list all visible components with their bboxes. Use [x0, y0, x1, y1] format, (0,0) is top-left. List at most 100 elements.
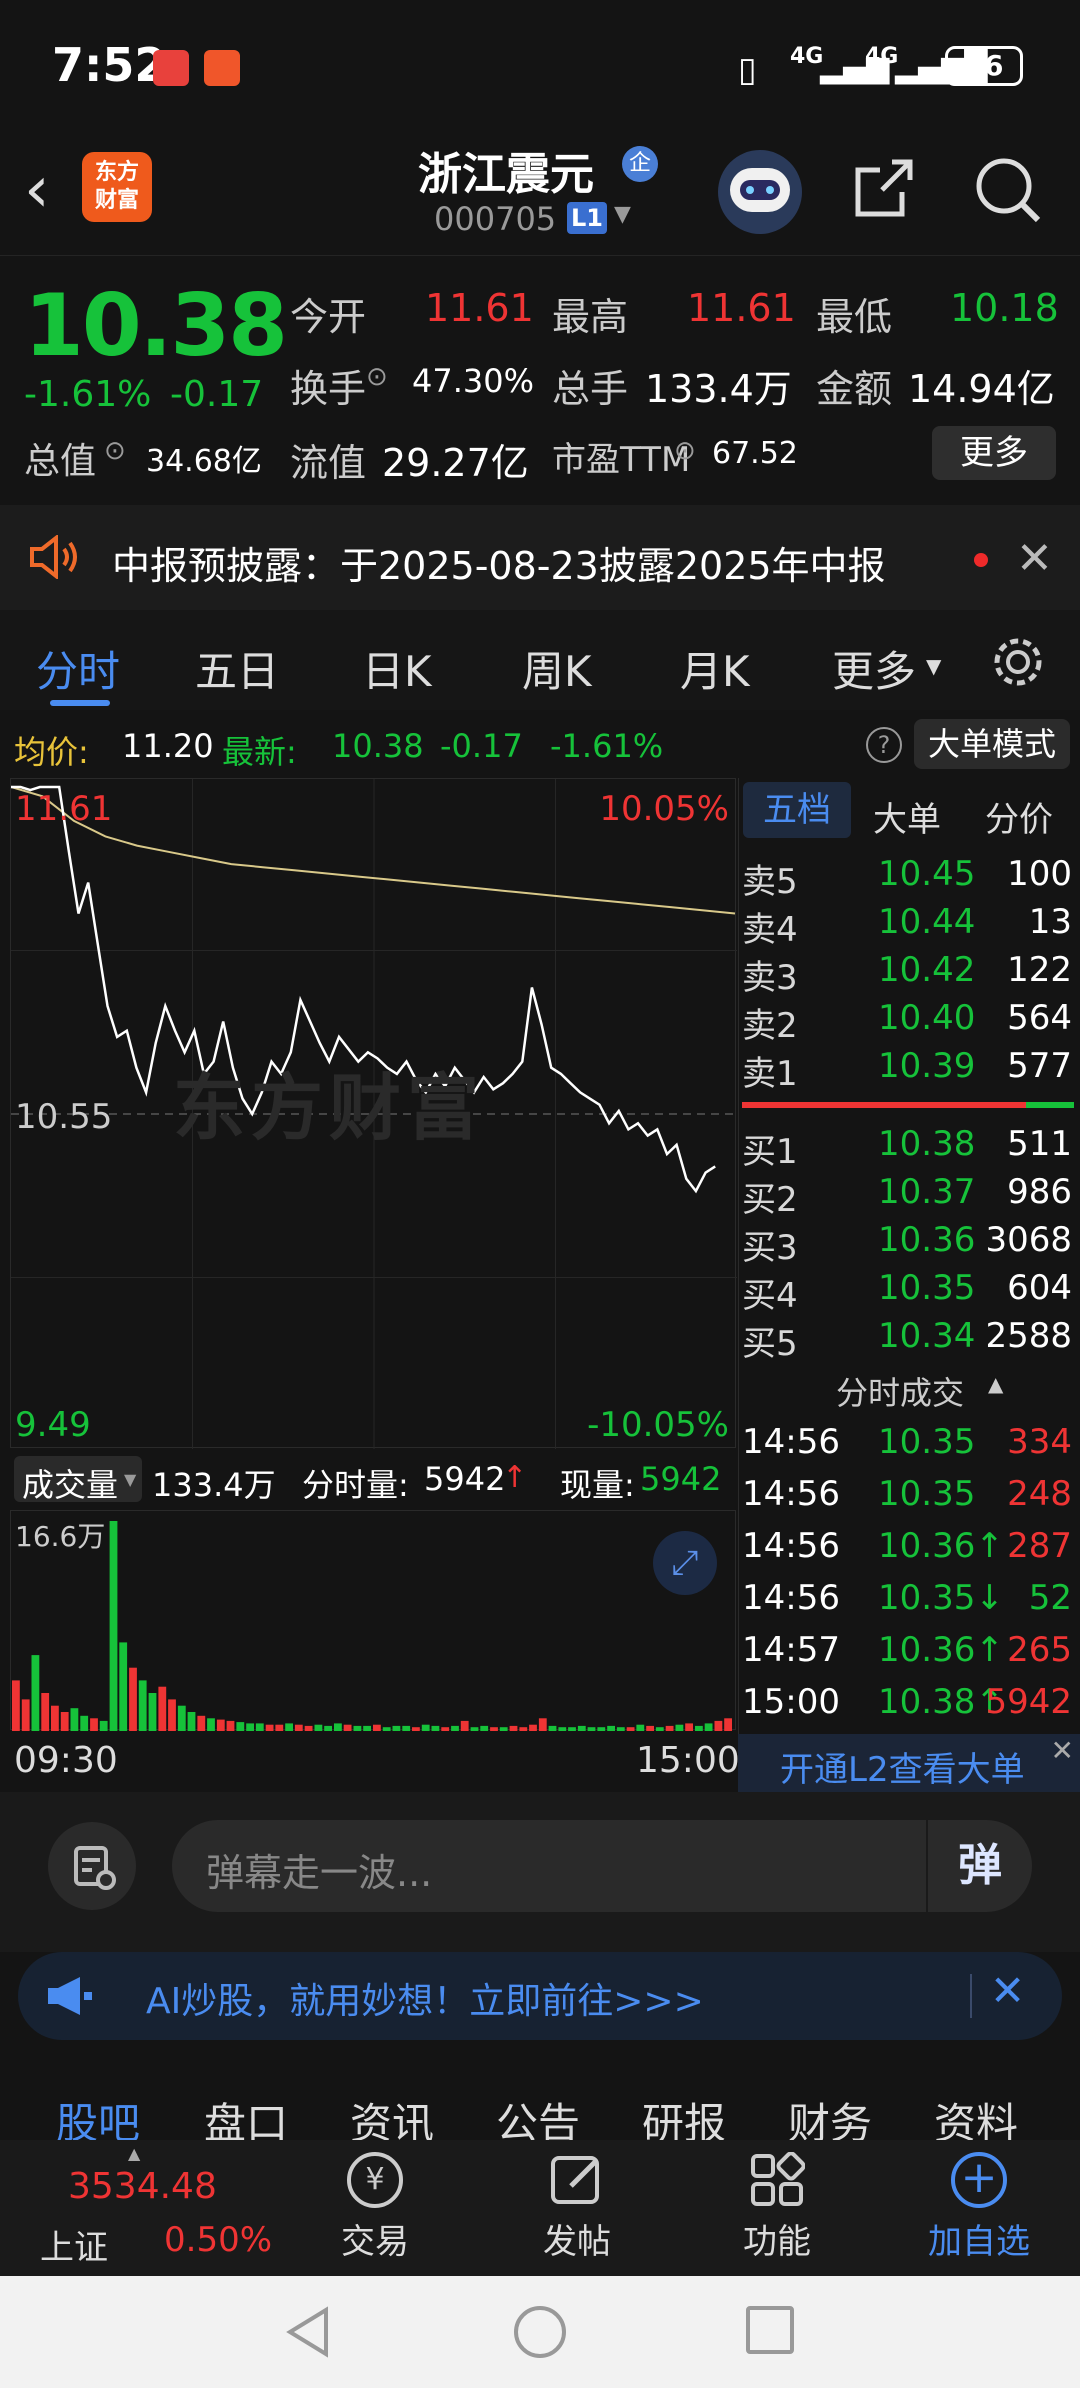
- current-price: 10.38: [24, 276, 288, 376]
- volume-header: 成交量 ▼ 133.4万 分时量: 5942 ↑ 现量: 5942: [10, 1452, 736, 1508]
- index-pct: 0.50%: [164, 2220, 273, 2260]
- close-icon[interactable]: ✕: [990, 1966, 1025, 2015]
- tab-five-levels[interactable]: 五档: [743, 782, 851, 838]
- l2-upsell-text: 开通L2查看大单: [780, 1750, 1025, 1790]
- tick-price: 10.36↑: [878, 1526, 1004, 1566]
- volume-bar: [41, 1693, 50, 1731]
- volume-bar: [568, 1727, 576, 1731]
- volume-bar: [197, 1715, 206, 1731]
- volume-bar: [665, 1725, 674, 1731]
- more-button[interactable]: 更多: [932, 426, 1056, 480]
- nav-add-watchlist[interactable]: + 加自选: [904, 2140, 1054, 2263]
- nav-trade[interactable]: ¥ 交易: [300, 2140, 450, 2263]
- level-badge[interactable]: L1: [567, 202, 607, 234]
- avg-value: 11.20: [122, 727, 214, 765]
- caret-down-icon: ▼: [124, 1470, 137, 1489]
- large-order-mode-button[interactable]: 大单模式: [914, 719, 1070, 769]
- notice-text: 中报预披露：于2025-08-23披露2025年中报: [112, 544, 886, 588]
- mktcap-label: 总值: [24, 441, 97, 482]
- danmu-send-button[interactable]: 弹: [926, 1820, 1032, 1912]
- ai-banner[interactable]: AI炒股，就用妙想！立即前往>>> ✕: [18, 1952, 1062, 2040]
- status-bar: 7:52 ▯ 4G ▂▄▆ 4G ▂▄▆█ 76: [0, 0, 1080, 130]
- top-bar: ‹ 东方 财富 浙江震元 企 000705 L1 ▼: [0, 130, 1080, 255]
- level-badge-label: L1: [571, 204, 603, 232]
- share-icon[interactable]: [852, 156, 916, 220]
- volume-bar: [714, 1720, 723, 1731]
- info-icon[interactable]: ⊙: [366, 362, 388, 392]
- back-triangle-icon[interactable]: [282, 2304, 332, 2364]
- expand-icon[interactable]: ⤢: [653, 1531, 717, 1595]
- tab-large-orders[interactable]: 大单: [873, 792, 941, 841]
- turnover-value: 47.30%: [412, 362, 535, 400]
- back-icon[interactable]: ‹: [24, 158, 50, 222]
- quote-panel: 10.38 -1.61% -0.17 今开 11.61 最高 11.61 最低 …: [0, 255, 1080, 505]
- tab-weekly-k[interactable]: 周K: [522, 638, 592, 699]
- caret-down-icon[interactable]: ▼: [926, 654, 941, 678]
- ask-price: 10.39: [878, 1046, 976, 1086]
- volume-bar: [412, 1727, 420, 1731]
- bid-row-3: 买3 10.36 3068: [740, 1220, 1080, 1268]
- current-volume-label: 现量:: [560, 1466, 635, 1504]
- volume-bar: [421, 1724, 430, 1731]
- bid-label: 买1: [742, 1132, 798, 1172]
- network-type-1: 4G: [790, 44, 824, 69]
- gear-icon[interactable]: [990, 634, 1046, 694]
- megaphone-icon: [44, 1974, 96, 2022]
- chevron-down-icon[interactable]: ▼: [614, 202, 631, 227]
- home-circle-icon[interactable]: [514, 2306, 566, 2358]
- speaker-icon: [28, 533, 80, 583]
- index-value: 3534.48: [68, 2166, 217, 2207]
- tab-intraday[interactable]: 分时: [36, 638, 120, 699]
- watermark: 东方财富: [173, 1066, 486, 1150]
- index-widget[interactable]: ▲ 3534.48 上证 0.50%: [0, 2140, 290, 2276]
- volume-bar: [80, 1715, 89, 1731]
- tab-monthly-k[interactable]: 月K: [680, 638, 750, 699]
- volume-chart[interactable]: 16.6万 ⤢: [10, 1510, 736, 1731]
- close-icon[interactable]: ✕: [1016, 533, 1053, 584]
- robot-assistant-icon[interactable]: [718, 150, 802, 234]
- volume-selector[interactable]: 成交量 ▼: [14, 1456, 142, 1504]
- info-icon[interactable]: ⊙: [104, 436, 126, 466]
- tab-daily-k[interactable]: 日K: [362, 638, 432, 699]
- volume-bar: [129, 1667, 137, 1731]
- tick-volume: 287: [1007, 1526, 1072, 1566]
- volume-bar: [60, 1712, 69, 1731]
- danmu-input[interactable]: 弹幕走一波... 弹: [172, 1820, 1032, 1912]
- tick-row: 14:57 10.36↑ 265: [740, 1630, 1080, 1682]
- minute-volume-value: 5942: [424, 1460, 506, 1498]
- volume-bar: [470, 1727, 479, 1731]
- help-icon[interactable]: ?: [866, 727, 902, 763]
- ask-label: 卖4: [742, 910, 798, 950]
- tab-more[interactable]: 更多: [832, 638, 916, 699]
- nav-post[interactable]: 发帖: [502, 2140, 652, 2263]
- ask-price: 10.40: [878, 998, 976, 1038]
- ask-label: 卖1: [742, 1054, 798, 1094]
- close-icon[interactable]: ✕: [1051, 1734, 1074, 1767]
- ask-volume: 13: [1028, 902, 1072, 942]
- nav-functions[interactable]: 功能: [702, 2140, 852, 2263]
- bid-price: 10.35: [878, 1268, 976, 1308]
- volume-bar: [451, 1725, 459, 1731]
- ticks-title[interactable]: 分时成交: [836, 1368, 964, 1414]
- ask-price: 10.42: [878, 950, 976, 990]
- recents-square-icon[interactable]: [746, 2306, 794, 2354]
- search-icon[interactable]: [974, 156, 1044, 226]
- info-icon[interactable]: ⊙: [674, 436, 696, 466]
- l2-upsell-bar[interactable]: 开通L2查看大单 ✕: [738, 1734, 1080, 1792]
- caret-up-icon[interactable]: ▲: [988, 1372, 1003, 1396]
- volume-bar: [616, 1727, 625, 1731]
- tick-row: 14:56 10.35 334: [740, 1422, 1080, 1474]
- tab-five-day[interactable]: 五日: [195, 638, 279, 699]
- volume-bar: [704, 1723, 713, 1731]
- app-logo: 东方 财富: [82, 152, 152, 222]
- ask-label: 卖5: [742, 862, 798, 902]
- caret-up-icon: ▲: [128, 2144, 141, 2163]
- mktcap-value: 34.68亿: [146, 444, 262, 479]
- latest-value: 10.38: [332, 727, 424, 765]
- tab-price-distribution[interactable]: 分价: [985, 792, 1053, 841]
- danmu-settings-icon[interactable]: [48, 1822, 136, 1910]
- price-chart[interactable]: 东方财富 11.61 10.05% 10.55 9.49 -10.05%: [10, 778, 737, 1449]
- bottom-price-label: 9.49: [15, 1405, 91, 1445]
- logo-line-1: 东方: [94, 160, 139, 185]
- notice-bar[interactable]: 中报预披露：于2025-08-23披露2025年中报 ✕: [0, 505, 1080, 610]
